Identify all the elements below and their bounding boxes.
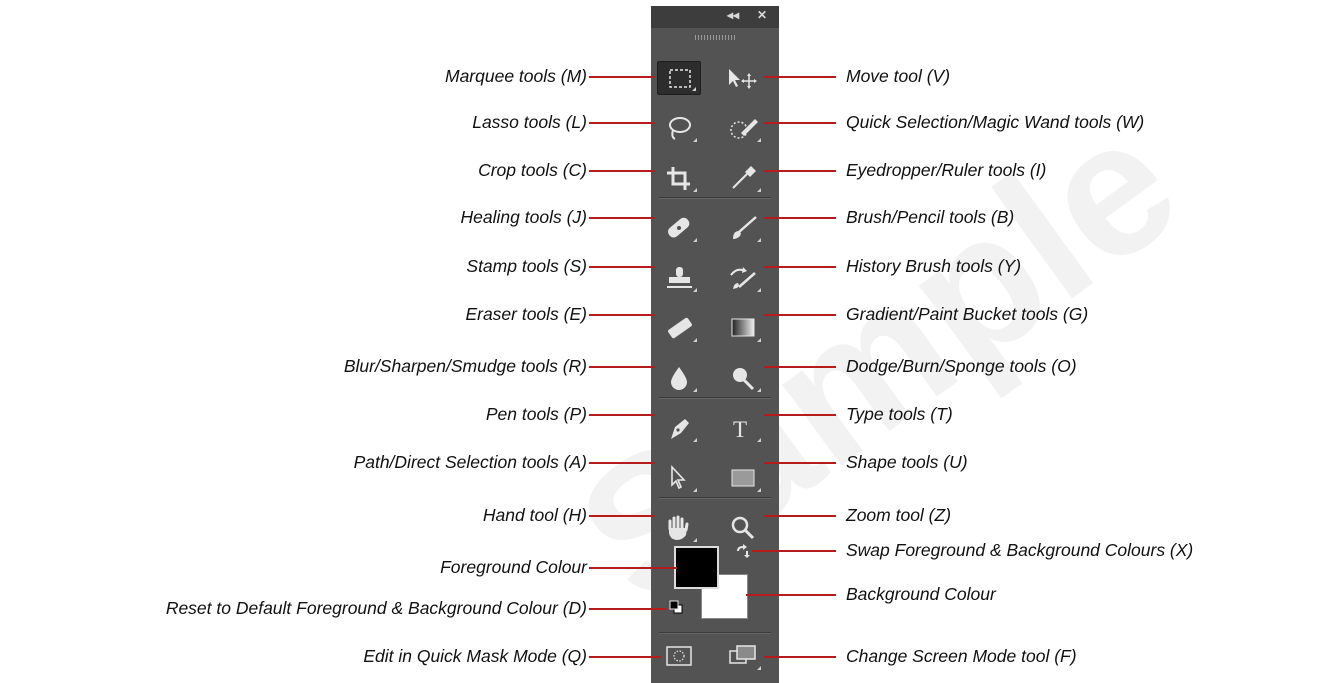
label-reset-default-colours: Reset to Default Foreground & Background… — [165, 598, 587, 618]
label-stamp-tools: Stamp tools (S) — [466, 256, 587, 276]
leader-brush — [764, 217, 836, 219]
leader-healing — [589, 217, 655, 219]
label-background-colour: Background Colour — [846, 584, 996, 604]
gradient-tool-button[interactable] — [721, 311, 765, 345]
leader-shape — [764, 462, 836, 464]
tools-panel: ◂◂ ✕ T — [651, 6, 779, 683]
label-eraser-tools: Eraser tools (E) — [465, 304, 587, 324]
leader-background — [746, 594, 836, 596]
label-gradient-tools: Gradient/Paint Bucket tools (G) — [846, 304, 1089, 324]
zoom-tool-button[interactable] — [721, 511, 765, 545]
leader-history-brush — [764, 266, 836, 268]
swap-colours-button[interactable] — [733, 542, 751, 560]
leader-stamp — [589, 266, 655, 268]
label-hand-tool: Hand tool (H) — [482, 505, 587, 525]
close-icon[interactable]: ✕ — [757, 8, 767, 22]
label-move-tool: Move tool (V) — [846, 66, 951, 86]
blur-tool-button[interactable] — [657, 361, 701, 395]
svg-text:T: T — [733, 417, 747, 442]
history-brush-tool-button[interactable] — [721, 261, 765, 295]
label-eyedropper-tools: Eyedropper/Ruler tools (I) — [846, 160, 1047, 180]
shape-tool-button[interactable] — [721, 461, 765, 495]
leader-hand — [589, 515, 655, 517]
leader-lasso — [589, 122, 655, 124]
leader-screen-mode — [764, 656, 836, 658]
marquee-tool-button[interactable] — [657, 61, 701, 95]
leader-gradient — [764, 314, 836, 316]
quick-selection-tool-button[interactable] — [721, 111, 765, 145]
label-marquee-tools: Marquee tools (M) — [445, 66, 587, 86]
label-foreground-colour: Foreground Colour — [440, 557, 587, 577]
move-tool-button[interactable] — [721, 61, 765, 95]
label-crop-tools: Crop tools (C) — [478, 160, 587, 180]
label-shape-tools: Shape tools (U) — [846, 452, 968, 472]
panel-grip[interactable] — [695, 35, 735, 40]
label-screen-mode-tool: Change Screen Mode tool (F) — [846, 646, 1077, 666]
foreground-colour-swatch[interactable] — [674, 546, 719, 589]
brush-tool-button[interactable] — [721, 211, 765, 245]
quick-mask-button[interactable] — [657, 639, 701, 673]
screen-mode-button[interactable] — [721, 639, 765, 673]
leader-zoom — [764, 515, 836, 517]
default-colours-icon — [669, 600, 683, 614]
healing-tool-button[interactable] — [657, 211, 701, 245]
collapse-icon[interactable]: ◂◂ — [727, 8, 739, 22]
move-icon — [729, 69, 757, 89]
leader-quick-mask — [589, 656, 661, 658]
zoom-icon — [731, 516, 755, 540]
panel-title-bar[interactable]: ◂◂ ✕ — [651, 6, 779, 28]
leader-type — [764, 414, 836, 416]
label-quick-selection-tools: Quick Selection/Magic Wand tools (W) — [846, 112, 1145, 132]
path-selection-tool-button[interactable] — [657, 461, 701, 495]
label-quick-mask: Edit in Quick Mask Mode (Q) — [363, 646, 587, 666]
type-tool-button[interactable]: T — [721, 411, 765, 445]
leader-marquee — [589, 76, 655, 78]
label-lasso-tools: Lasso tools (L) — [472, 112, 587, 132]
leader-quick-selection — [764, 122, 836, 124]
label-zoom-tool: Zoom tool (Z) — [846, 505, 952, 525]
label-pen-tools: Pen tools (P) — [485, 404, 587, 424]
dodge-tool-button[interactable] — [721, 361, 765, 395]
eraser-tool-button[interactable] — [657, 311, 701, 345]
label-healing-tools: Healing tools (J) — [460, 207, 587, 227]
leader-eraser — [589, 314, 655, 316]
leader-foreground — [589, 567, 677, 569]
leader-reset-colours — [589, 608, 667, 610]
leader-path-selection — [589, 462, 655, 464]
leader-swap-colours — [752, 550, 836, 552]
label-dodge-tools: Dodge/Burn/Sponge tools (O) — [846, 356, 1077, 376]
label-type-tools: Type tools (T) — [846, 404, 953, 424]
leader-move — [764, 76, 836, 78]
leader-pen — [589, 414, 655, 416]
quick-mask-icon — [666, 646, 692, 666]
label-history-brush-tools: History Brush tools (Y) — [846, 256, 1022, 276]
label-path-selection-tools: Path/Direct Selection tools (A) — [353, 452, 587, 472]
pen-tool-button[interactable] — [657, 411, 701, 445]
hand-tool-button[interactable] — [657, 511, 701, 545]
label-blur-tools: Blur/Sharpen/Smudge tools (R) — [343, 356, 587, 376]
leader-dodge — [764, 366, 836, 368]
reset-colours-button[interactable] — [669, 600, 683, 614]
swap-arrows-icon — [737, 544, 750, 558]
label-brush-tools: Brush/Pencil tools (B) — [846, 207, 1015, 227]
label-swap-colours: Swap Foreground & Background Colours (X) — [846, 540, 1194, 560]
crop-tool-button[interactable] — [657, 161, 701, 195]
leader-crop — [589, 170, 655, 172]
leader-eyedropper — [764, 170, 836, 172]
eyedropper-tool-button[interactable] — [721, 161, 765, 195]
leader-blur — [589, 366, 655, 368]
lasso-tool-button[interactable] — [657, 111, 701, 145]
stamp-tool-button[interactable] — [657, 261, 701, 295]
